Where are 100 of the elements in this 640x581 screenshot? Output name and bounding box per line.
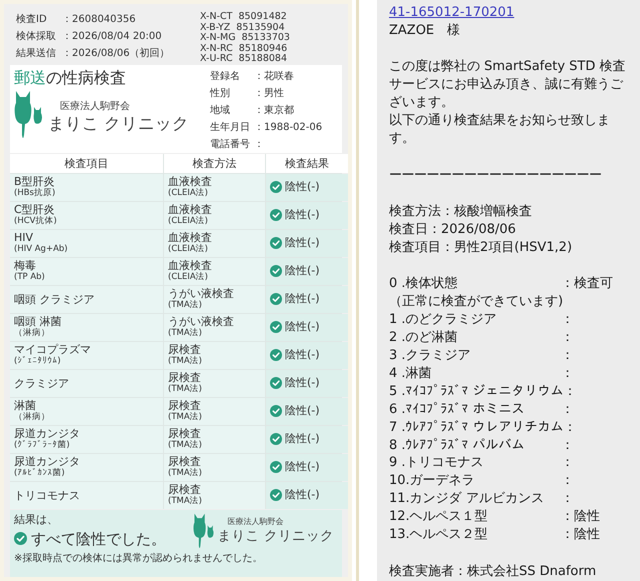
result-item-value: ： xyxy=(561,364,574,383)
check-circle-icon xyxy=(270,433,282,446)
test-item-note: （淋病） xyxy=(14,412,51,424)
cat-logo xyxy=(192,512,215,551)
test-method: うがい液検査 xyxy=(168,287,235,300)
clinic-org: 医療法人駒野会 xyxy=(60,100,131,113)
recipient-name: ZAZOE 様 xyxy=(389,22,462,40)
result-item-name: 9 .トリコモナス xyxy=(389,454,485,472)
result-text: 陰性(-) xyxy=(285,235,320,252)
test-method: うがい液検査 xyxy=(168,315,235,328)
field-label: 生年月日 xyxy=(210,120,251,135)
test-method: 尿検査 xyxy=(168,343,202,356)
field-value: ：男性 xyxy=(254,86,284,101)
result-item-note: （正常に検査ができています) xyxy=(389,293,564,312)
field-label: 性別 xyxy=(210,86,231,101)
result-item-name: 3 .クラミジア xyxy=(389,346,472,365)
specimen-code: X-B-YZ 85135904 xyxy=(200,22,286,33)
result-text: 陰性(-) xyxy=(285,487,320,504)
result-item-name: 12.ヘルペス１型 xyxy=(389,508,489,526)
column-header: 検査方法 xyxy=(164,154,265,173)
info-line: 検査項目：男性2項目(HSV1,2) xyxy=(389,238,574,257)
test-item-note: (TP Ab) xyxy=(14,272,46,284)
test-item-note: （淋病） xyxy=(14,328,51,340)
test-method: 尿検査 xyxy=(168,455,202,468)
test-method-note: (TMA法) xyxy=(168,496,203,508)
message-footer: 検査実施者：株式会社SS Dnaform xyxy=(389,562,638,580)
result-item-value: ： xyxy=(561,436,574,454)
test-item-note: (HBs抗原) xyxy=(14,188,56,200)
test-method: 血液検査 xyxy=(168,259,213,272)
result-item-value: ： xyxy=(561,472,574,490)
check-circle-icon xyxy=(270,349,282,362)
ticket-link[interactable]: 41-165012-170201 xyxy=(389,5,514,20)
result-item-value: ： xyxy=(561,346,574,365)
result-text: 陰性(-) xyxy=(285,263,320,280)
test-method-note: (CLEIA法) xyxy=(168,244,209,256)
field-label: 登録名 xyxy=(210,70,241,84)
clinic-name: まりこ クリニック xyxy=(48,112,190,135)
result-item-name: 1 .のどクラミジア xyxy=(389,311,498,330)
field-label: 電話番号 xyxy=(210,138,251,152)
field-value: ：花咲春 xyxy=(254,70,294,84)
result-item-value: ：検査可 xyxy=(561,275,613,294)
field-value: ：東京都 xyxy=(254,104,294,118)
check-circle-icon xyxy=(14,532,27,546)
test-method: 尿検査 xyxy=(168,371,202,384)
field-label: 地域 xyxy=(210,104,231,118)
specimen-code: X-N-CT 85091482 xyxy=(200,12,288,23)
result-text: 陰性(-) xyxy=(285,375,320,392)
test-method-note: (TMA法) xyxy=(168,468,203,480)
check-circle-icon xyxy=(270,181,282,194)
test-method-note: (CLEIA法) xyxy=(168,272,209,284)
result-text: 陰性(-) xyxy=(285,291,320,308)
cat-logo xyxy=(14,90,44,141)
test-item: 咽頭 クラミジア xyxy=(14,292,96,306)
test-method-note: (TMA法) xyxy=(168,412,203,424)
test-method: 尿検査 xyxy=(168,399,202,412)
result-item-value: ：陰性 xyxy=(561,508,600,526)
test-item-note: (HCV抗体) xyxy=(14,216,58,228)
result-item-name: 2 .のど淋菌 xyxy=(389,329,459,347)
field-value: ：1988-02-06 xyxy=(254,120,322,135)
meta-label: 結果送信 xyxy=(16,47,57,61)
test-item-note: (ｼﾞｪﾆﾀﾘｳﾑ) xyxy=(14,356,62,368)
test-method: 血液検査 xyxy=(168,203,213,216)
test-item-note: (ｱﾙﾋﾞｶﾝｽ菌) xyxy=(14,468,66,480)
result-item-value: ：陰性 xyxy=(561,526,600,544)
clinic-name: まりこ クリニック xyxy=(218,526,334,545)
check-circle-icon xyxy=(270,461,282,474)
test-item: HIV xyxy=(14,231,34,244)
result-item-name: 4 .淋菌 xyxy=(389,364,433,383)
result-item-value: ： xyxy=(561,311,574,330)
test-item: 尿道カンジタ xyxy=(14,455,81,468)
clinic-org: 医療法人駒野会 xyxy=(228,516,285,527)
result-text: 陰性(-) xyxy=(285,403,320,420)
result-item-name: 13.ヘルペス２型 xyxy=(389,526,489,544)
result-item-value: ： xyxy=(561,454,574,472)
info-line: 検査方法：核酸増幅検査 xyxy=(389,203,533,221)
result-item-name: 11.カンジダ アルビカンス xyxy=(389,490,545,508)
test-method-note: (CLEIA法) xyxy=(168,216,209,228)
test-item: クラミジア xyxy=(14,376,70,390)
summary-note: ※採取時点での検体には異常が認められませんでした。 xyxy=(14,552,264,565)
meta-label: 検体採取 xyxy=(16,30,57,44)
message-paragraph: 以下の通り検査結果をお知らせ致します。 xyxy=(389,112,611,148)
meta-value: ：2608040356 xyxy=(62,13,136,27)
test-item: 淋菌 xyxy=(14,399,36,412)
result-item-value: ： xyxy=(561,329,574,347)
check-circle-icon xyxy=(270,377,282,390)
column-header: 検査結果 xyxy=(266,154,348,173)
check-circle-icon xyxy=(270,489,282,502)
meta-value: ：2026/08/06（初回） xyxy=(62,46,170,61)
test-item: マイコプラズマ xyxy=(14,343,92,356)
result-text: 陰性(-) xyxy=(285,319,320,336)
check-circle-icon xyxy=(270,209,282,222)
test-method: 尿検査 xyxy=(168,483,202,496)
test-item: トリコモナス xyxy=(14,488,81,502)
test-method-note: (TMA法) xyxy=(168,440,203,452)
summary-result: すべて陰性でした。 xyxy=(31,530,166,548)
result-item-name: 6 .ﾏｲｺﾌﾟﾗｽﾞﾏ ホミニス xyxy=(389,400,526,419)
check-circle-icon xyxy=(270,405,282,418)
result-text: 陰性(-) xyxy=(285,207,320,224)
test-item: C型肝炎 xyxy=(14,203,56,216)
result-item-name: 10.ガーデネラ xyxy=(389,472,476,490)
